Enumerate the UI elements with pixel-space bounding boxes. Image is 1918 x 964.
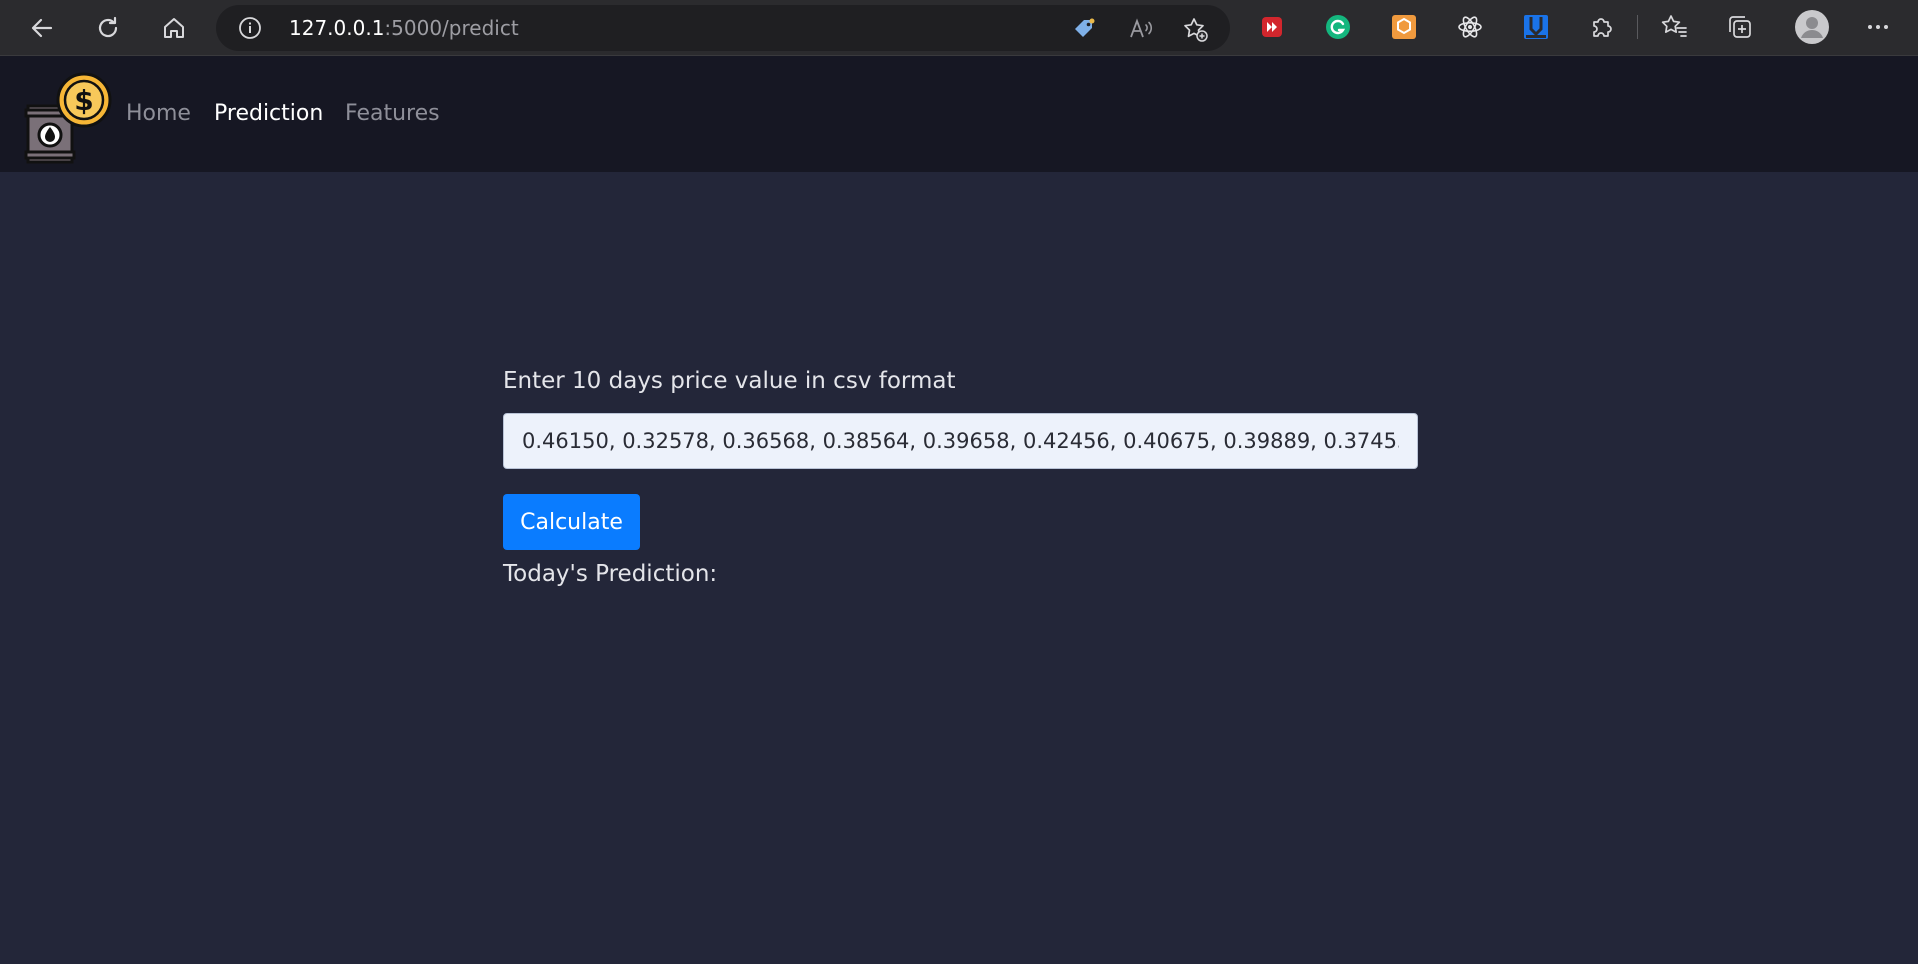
download-extension-icon[interactable]: [1520, 11, 1552, 43]
url-text[interactable]: 127.0.0.1:5000/predict: [289, 18, 519, 38]
oil-barrel-dollar-logo: $: [24, 72, 112, 164]
price-input-label: Enter 10 days price value in csv format: [503, 368, 956, 394]
profile-button[interactable]: [1794, 9, 1830, 45]
profile-icon: [1795, 10, 1829, 44]
react-devtools-icon[interactable]: [1454, 11, 1486, 43]
back-arrow-icon: [31, 18, 53, 38]
favorites-icon[interactable]: [1658, 11, 1690, 43]
calculate-button[interactable]: Calculate: [503, 494, 640, 550]
more-icon: [1868, 25, 1888, 29]
home-icon: [164, 18, 184, 38]
site-logo[interactable]: $: [24, 70, 116, 168]
url-path: :5000/predict: [384, 16, 519, 40]
url-host: 127.0.0.1: [289, 16, 385, 40]
browser-toolbar: 127.0.0.1:5000/predict: [0, 0, 1918, 56]
tag-icon[interactable]: [1072, 16, 1098, 42]
nav-home[interactable]: Home: [126, 101, 191, 127]
nav-prediction[interactable]: Prediction: [214, 101, 323, 127]
grammarly-icon[interactable]: [1322, 11, 1354, 43]
back-button[interactable]: [22, 8, 62, 48]
collections-icon[interactable]: [1724, 11, 1756, 43]
nav-features[interactable]: Features: [345, 101, 440, 127]
price-csv-input[interactable]: [503, 413, 1418, 469]
read-aloud-icon[interactable]: [1128, 16, 1154, 42]
hexagon-extension-icon[interactable]: [1388, 11, 1420, 43]
svg-text:$: $: [74, 84, 93, 117]
refresh-button[interactable]: [88, 8, 128, 48]
more-button[interactable]: [1862, 11, 1894, 43]
add-favorite-icon[interactable]: [1182, 16, 1210, 44]
toolbar-separator: [1637, 15, 1638, 39]
home-button[interactable]: [154, 8, 194, 48]
site-navbar: $ Home Prediction Features: [0, 56, 1918, 172]
video-speed-extension-icon[interactable]: [1256, 11, 1288, 43]
puzzle-icon[interactable]: [1586, 11, 1618, 43]
refresh-icon: [98, 16, 118, 38]
prediction-result-label: Today's Prediction:: [503, 561, 718, 587]
address-bar[interactable]: 127.0.0.1:5000/predict: [216, 5, 1230, 51]
info-icon[interactable]: [238, 16, 262, 40]
